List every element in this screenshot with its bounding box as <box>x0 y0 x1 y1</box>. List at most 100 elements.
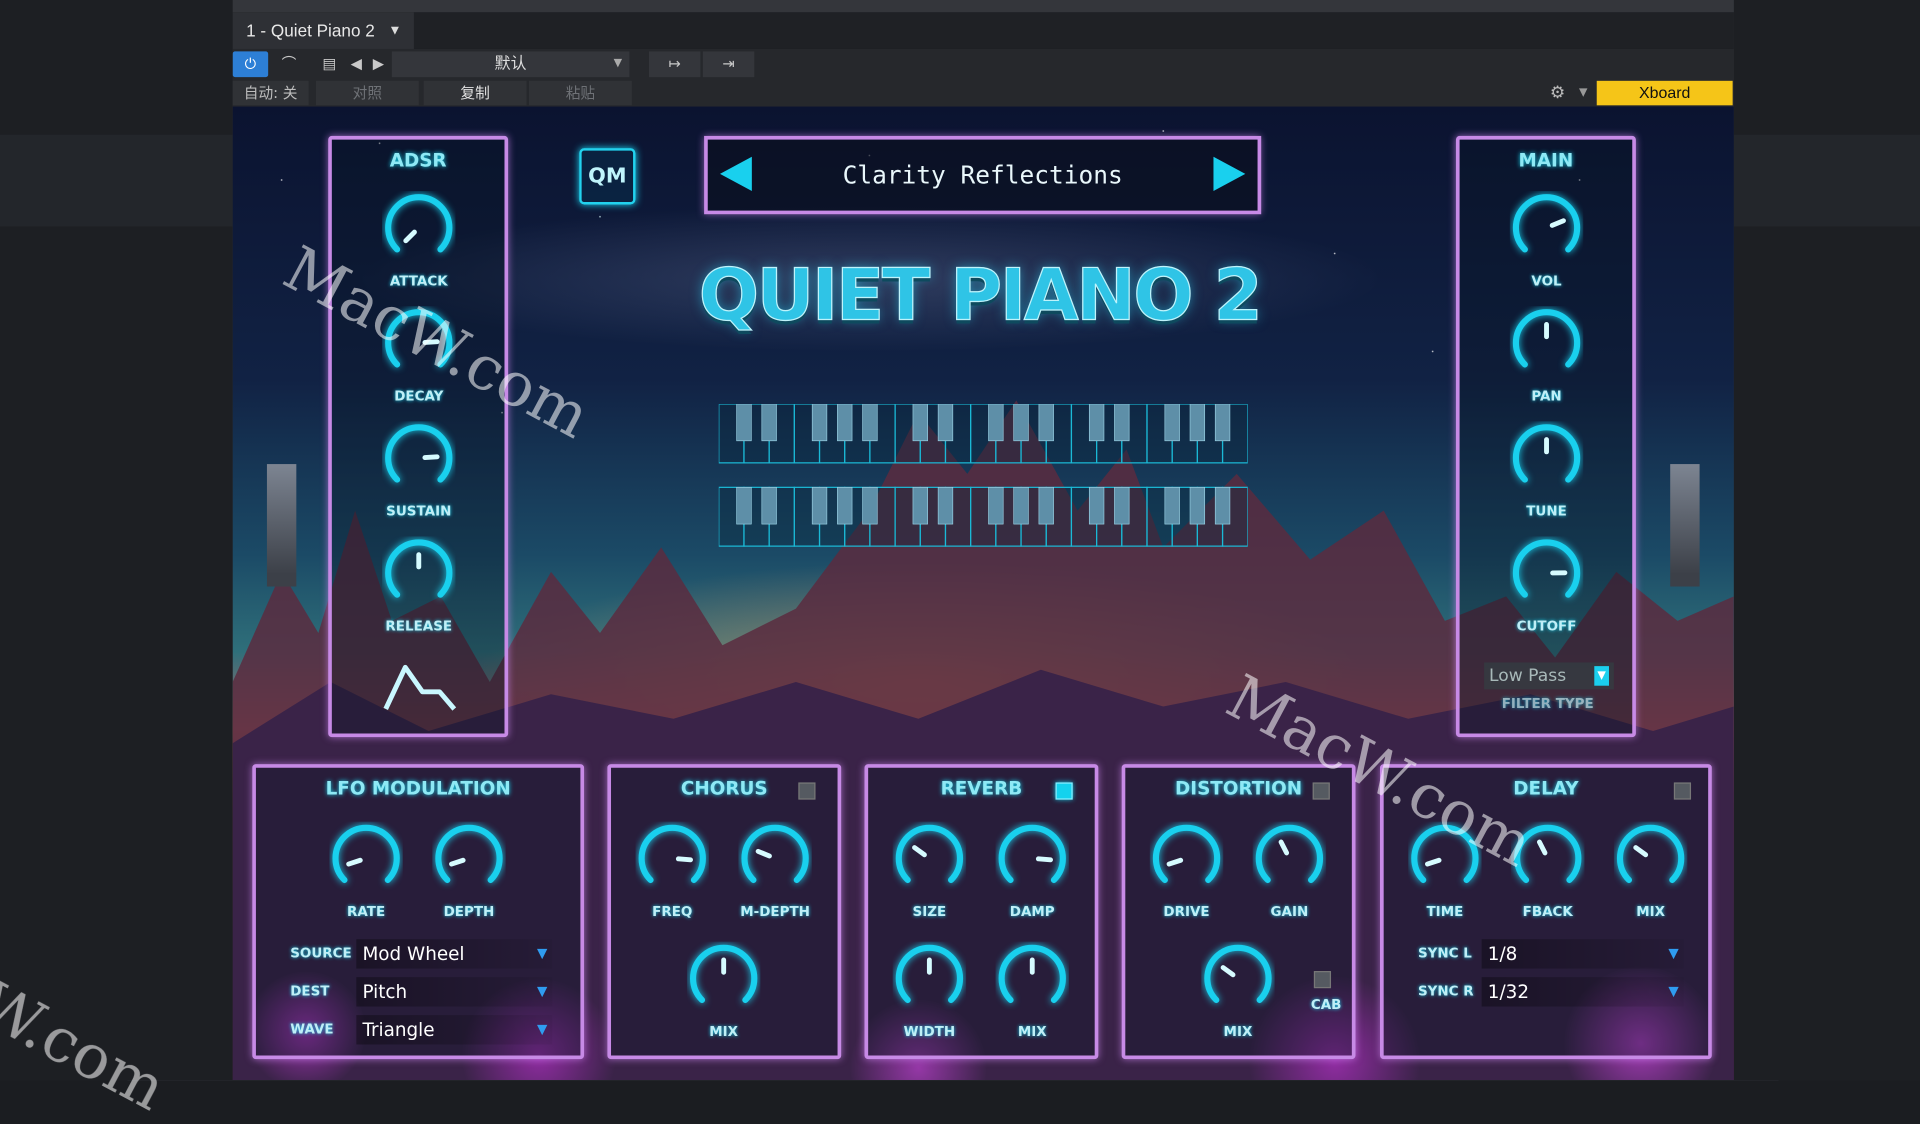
black-key[interactable] <box>1215 404 1230 441</box>
knob-attack[interactable] <box>382 191 455 264</box>
black-key[interactable] <box>863 487 878 524</box>
black-key[interactable] <box>762 487 777 524</box>
black-key[interactable] <box>1165 404 1180 441</box>
prev-preset-icon[interactable]: ◀ <box>347 51 367 77</box>
knob-decay[interactable] <box>382 306 455 379</box>
black-key[interactable] <box>837 404 852 441</box>
black-key[interactable] <box>1089 404 1104 441</box>
black-key[interactable] <box>812 487 827 524</box>
chevron-down-icon[interactable]: ▼ <box>1575 81 1592 105</box>
power-button[interactable]: ⏻ <box>233 51 269 77</box>
black-key[interactable] <box>989 404 1004 441</box>
preset-select[interactable]: 默认 ▼ <box>392 51 630 77</box>
filter-type-select[interactable]: Low Pass ▼ <box>1484 662 1614 689</box>
next-preset-arrow[interactable] <box>1213 157 1245 191</box>
black-key[interactable] <box>1215 487 1230 524</box>
next-preset-icon[interactable]: ▶ <box>369 51 389 77</box>
dropdown-wave[interactable]: Triangle▼ <box>356 1015 552 1044</box>
chevron-down-icon[interactable]: ▼ <box>388 12 401 49</box>
left-side-slider[interactable] <box>267 464 296 586</box>
knob-label: CUTOFF <box>1498 618 1596 634</box>
black-key[interactable] <box>1089 487 1104 524</box>
preset-name[interactable]: Clarity Reflections <box>757 140 1209 211</box>
save-icon[interactable]: ⇥ <box>703 51 754 77</box>
black-key[interactable] <box>1190 487 1205 524</box>
black-key[interactable] <box>938 487 953 524</box>
dropdown-sync-r[interactable]: 1/32▼ <box>1482 977 1684 1006</box>
knob-mix[interactable] <box>1201 942 1274 1015</box>
prev-preset-arrow[interactable] <box>720 157 752 191</box>
black-key[interactable] <box>863 404 878 441</box>
reverb-enable-toggle[interactable] <box>1056 782 1073 799</box>
knob-m-depth[interactable] <box>738 822 811 895</box>
knob-size[interactable] <box>893 822 966 895</box>
black-key[interactable] <box>913 404 928 441</box>
adsr-panel: ADSR ATTACKDECAYSUSTAINRELEASE <box>328 136 508 737</box>
black-key[interactable] <box>1039 487 1054 524</box>
chorus-enable-toggle[interactable] <box>798 782 815 799</box>
knob-sustain[interactable] <box>382 421 455 494</box>
black-key[interactable] <box>837 487 852 524</box>
knob-pan[interactable] <box>1510 306 1583 379</box>
paste-button[interactable]: 粘贴 <box>529 81 632 105</box>
knob-mix[interactable] <box>1614 822 1687 895</box>
black-key[interactable] <box>1165 487 1180 524</box>
black-key[interactable] <box>812 404 827 441</box>
knob-depth[interactable] <box>432 822 505 895</box>
dropdown-source[interactable]: Mod Wheel▼ <box>356 939 552 968</box>
instrument-tab-label: 1 - Quiet Piano 2 <box>246 21 375 41</box>
distortion-panel: DISTORTION DRIVEGAINMIX CAB <box>1122 764 1356 1059</box>
cab-toggle[interactable] <box>1314 971 1331 988</box>
instrument-tab[interactable]: 1 - Quiet Piano 2 ▼ <box>233 12 414 49</box>
dropdown-dest[interactable]: Pitch▼ <box>356 977 552 1006</box>
load-icon[interactable]: ↦ <box>649 51 700 77</box>
knob-rate[interactable] <box>329 822 402 895</box>
dropdown-value: Mod Wheel <box>362 943 464 965</box>
black-key[interactable] <box>1039 404 1054 441</box>
scaled-root: 1 - Quiet Piano 2 ▼ ⏻ ⌒ ▤ ◀ ▶ 默认 ▼ ↦ ⇥ 自… <box>0 0 1920 1080</box>
knob-cutoff[interactable] <box>1510 536 1583 609</box>
dropdown-value: Triangle <box>362 1019 434 1041</box>
black-key[interactable] <box>1114 487 1129 524</box>
host-track-stripe <box>1734 135 1920 227</box>
black-key[interactable] <box>938 404 953 441</box>
black-key[interactable] <box>1014 404 1029 441</box>
compare-button[interactable]: 对照 <box>316 81 419 105</box>
plugin-window: 1 - Quiet Piano 2 ▼ ⏻ ⌒ ▤ ◀ ▶ 默认 ▼ ↦ ⇥ 自… <box>233 0 1734 1080</box>
knob-mix[interactable] <box>687 942 760 1015</box>
knob-label: GAIN <box>1240 904 1338 920</box>
gear-icon[interactable]: ⚙ <box>1545 81 1569 105</box>
device-badge[interactable]: Xboard <box>1597 81 1733 105</box>
knob-release[interactable] <box>382 536 455 609</box>
window-titlebar[interactable] <box>233 0 1734 12</box>
knob-time[interactable] <box>1408 822 1481 895</box>
headphones-icon[interactable]: ⌒ <box>273 51 305 77</box>
black-key[interactable] <box>1114 404 1129 441</box>
knob-mix[interactable] <box>996 942 1069 1015</box>
knob-freq[interactable] <box>636 822 709 895</box>
knob-label: PAN <box>1498 388 1596 404</box>
knob-fback[interactable] <box>1511 822 1584 895</box>
black-key[interactable] <box>1014 487 1029 524</box>
mini-keyboards[interactable] <box>719 404 1248 551</box>
black-key[interactable] <box>737 487 752 524</box>
distortion-enable-toggle[interactable] <box>1313 782 1330 799</box>
knob-gain[interactable] <box>1253 822 1326 895</box>
knob-vol[interactable] <box>1510 191 1583 264</box>
black-key[interactable] <box>737 404 752 441</box>
black-key[interactable] <box>1190 404 1205 441</box>
dropdown-sync-l[interactable]: 1/8▼ <box>1482 939 1684 968</box>
preset-list-icon[interactable]: ▤ <box>318 51 340 77</box>
black-key[interactable] <box>989 487 1004 524</box>
knob-label: MIX <box>1189 1024 1287 1040</box>
black-key[interactable] <box>762 404 777 441</box>
auto-toggle[interactable]: 自动: 关 <box>233 81 309 105</box>
knob-damp[interactable] <box>996 822 1069 895</box>
right-side-slider[interactable] <box>1670 464 1699 586</box>
copy-button[interactable]: 复制 <box>424 81 527 105</box>
knob-tune[interactable] <box>1510 421 1583 494</box>
delay-enable-toggle[interactable] <box>1674 782 1691 799</box>
knob-width[interactable] <box>893 942 966 1015</box>
black-key[interactable] <box>913 487 928 524</box>
knob-drive[interactable] <box>1150 822 1223 895</box>
